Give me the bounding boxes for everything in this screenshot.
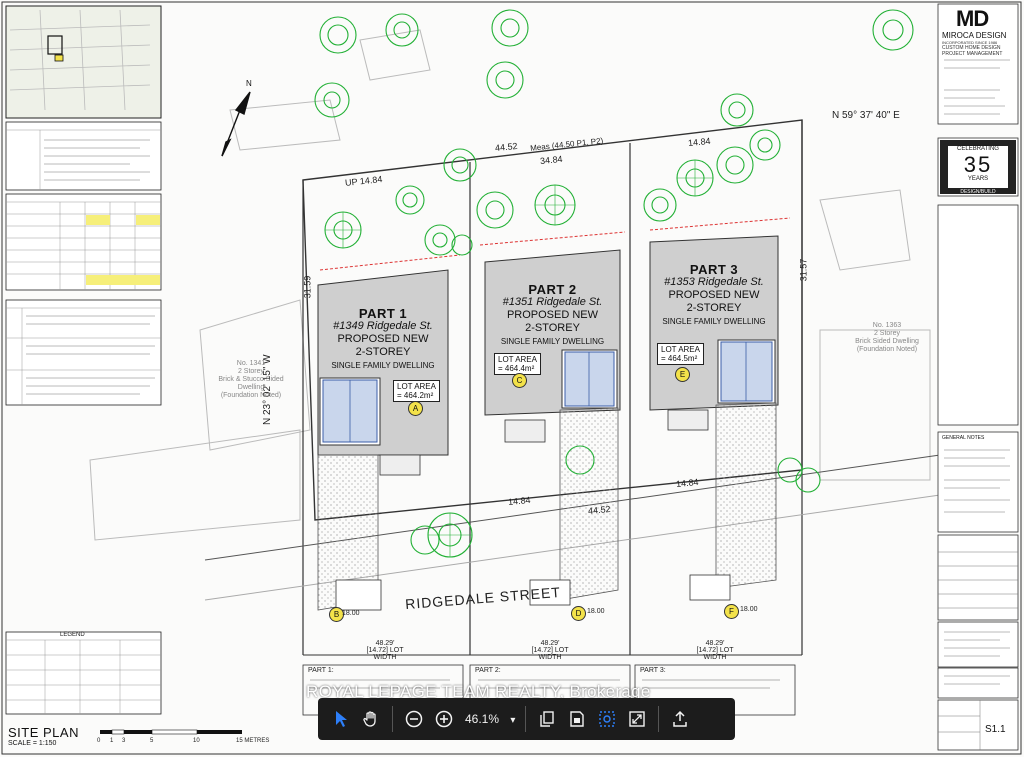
zoom-in-button[interactable]	[429, 704, 459, 734]
scale-tick-15: 15 METRES	[236, 738, 270, 744]
bottom-part-3: PART 3:	[640, 667, 666, 674]
company-services: CUSTOM HOME DESIGN PROJECT MANAGEMENT	[942, 45, 1003, 57]
setback-1: 18.00	[342, 610, 360, 617]
company-logo: MD	[956, 6, 989, 31]
scale-tick-0: 0	[97, 738, 101, 744]
part-2-drive-marker: D	[571, 606, 586, 621]
bearing-label: N 59° 37' 40" E	[832, 110, 900, 121]
zoom-level: 46.1%	[465, 712, 500, 726]
scale-tick-10: 10	[193, 738, 200, 744]
setback-2: 18.00	[587, 608, 605, 615]
select-tool-button[interactable]	[326, 704, 356, 734]
sheet-number: S1.1	[985, 724, 1006, 735]
scale-tick-1: 1	[110, 738, 114, 744]
part-1-label: PART 1 #1349 Ridgedale St. PROPOSED NEW …	[331, 306, 435, 370]
part-2-lot-area: LOT AREA = 464.4m²	[494, 353, 541, 375]
site-plan-sheet: N N 59° 37' 40" E N 23° 02' 15" W 44.52 …	[0, 0, 1024, 757]
copy-icon	[540, 711, 555, 727]
fit-page-button[interactable]	[562, 704, 592, 734]
lot-width-3: 48.29' [14.72] LOT WIDTH	[696, 640, 734, 661]
part-3-lot-area: LOT AREA = 464.5m²	[657, 343, 704, 365]
dim-side-left: 31.59	[302, 275, 313, 299]
part-2-label: PART 2 #1351 Ridgedale St. PROPOSED NEW …	[500, 282, 605, 346]
part-3-drive-marker: F	[724, 604, 739, 619]
toolbar-divider	[525, 706, 527, 732]
scale-tick-5: 5	[150, 738, 154, 744]
pdf-viewer-toolbar: 46.1% ▾	[318, 698, 735, 740]
zoom-out-button[interactable]	[399, 704, 429, 734]
marquee-zoom-button[interactable]	[592, 704, 622, 734]
fullscreen-button[interactable]	[622, 704, 652, 734]
bottom-part-2: PART 2:	[475, 667, 501, 674]
hand-icon	[363, 711, 376, 727]
pan-tool-button[interactable]	[356, 704, 386, 734]
toolbar-divider	[392, 706, 393, 732]
share-button[interactable]	[665, 704, 695, 734]
lot-width-2: 48.29' [14.72] LOT WIDTH	[531, 640, 569, 661]
marquee-zoom-icon	[599, 711, 616, 727]
part-1-lot-area: LOT AREA = 464.2m²	[393, 380, 440, 402]
legend-title: LEGEND	[60, 632, 85, 638]
zoom-level-select[interactable]: 46.1% ▾	[465, 712, 515, 726]
part-3-label: PART 3 #1353 Ridgedale St. PROPOSED NEW …	[662, 262, 766, 326]
general-notes-title: GENERAL NOTES	[942, 435, 985, 441]
drawing-scale: SCALE = 1:150	[8, 740, 57, 747]
upload-icon	[673, 710, 688, 727]
lot-width-1: 48.29' [14.72] LOT WIDTH	[366, 640, 404, 661]
chevron-down-icon: ▾	[510, 715, 516, 726]
drawing-title: SITE PLAN	[8, 725, 79, 740]
svg-text:N: N	[246, 79, 252, 88]
badge-years: YEARS	[967, 176, 989, 182]
minus-circle-icon	[405, 710, 423, 728]
scale-tick-3: 3	[122, 738, 126, 744]
part-1-marker: A	[408, 401, 423, 416]
setback-3: 18.00	[740, 606, 758, 613]
page-thumbnails-button[interactable]	[532, 704, 562, 734]
part-2-marker: C	[512, 373, 527, 388]
part-3-marker: E	[675, 367, 690, 382]
toolbar-divider	[658, 706, 660, 732]
badge-bottom: DESIGN/BUILD	[960, 189, 996, 195]
neighbor-right: No. 1363 2 Storey Brick Sided Dwelling (Fou…	[855, 322, 919, 353]
bottom-part-1: PART 1:	[308, 667, 334, 674]
company-name: MIROCA DESIGN	[942, 31, 1007, 40]
plus-circle-icon	[435, 710, 453, 728]
badge-number: 35	[963, 152, 993, 177]
neighbor-left: No. 1341 2 Storey Brick & Stucco Sided Dwel…	[218, 360, 284, 399]
expand-icon	[629, 711, 646, 727]
fit-page-icon	[570, 711, 585, 727]
dim-side-right: 31.57	[798, 258, 809, 282]
arrow-pointer-icon	[336, 711, 347, 727]
